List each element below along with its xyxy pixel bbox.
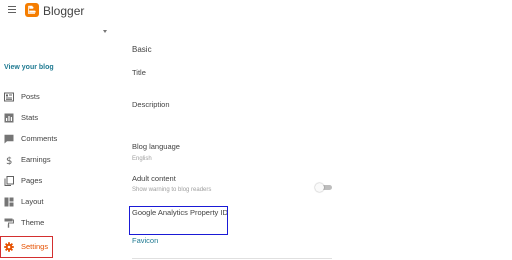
svg-text:$: $ [6,156,12,165]
sidebar-item-label: Pages [21,176,43,185]
sidebar-item-label: Comments [21,134,58,143]
description-setting[interactable]: Description [132,100,170,109]
sidebar-item-label: Layout [21,197,44,206]
layout-icon [4,197,14,207]
menu-icon[interactable] [8,6,16,13]
sidebar-item-layout[interactable]: Layout [4,195,104,209]
sidebar: View your blog Posts Stats Comments $ Ea… [0,22,112,260]
blogger-logo-icon[interactable] [25,3,39,17]
chevron-down-icon[interactable] [103,30,107,33]
settings-highlight-box [0,236,53,258]
sidebar-item-theme[interactable]: Theme [4,216,104,230]
view-blog-link[interactable]: View your blog [4,63,54,72]
posts-icon [4,92,14,102]
sidebar-item-label: Stats [21,113,39,122]
sidebar-item-comments[interactable]: Comments [4,132,104,146]
earnings-icon: $ [4,155,14,167]
sidebar-item-label: Earnings [21,155,51,164]
sidebar-item-stats[interactable]: Stats [4,111,104,125]
stats-icon [4,113,14,123]
pages-icon [4,176,14,186]
sidebar-item-earnings[interactable]: $ Earnings [4,153,104,167]
adult-content-setting[interactable]: Adult content [132,174,176,183]
title-setting[interactable]: Title [132,68,146,77]
toggle-thumb [315,183,324,192]
top-bar: Blogger [0,0,512,22]
blog-language-value: English [132,156,152,162]
sidebar-item-label: Posts [21,92,40,101]
sidebar-item-label: Theme [21,218,45,227]
adult-content-description: Show warning to blog readers [132,187,212,193]
theme-icon [4,218,14,228]
favicon-setting[interactable]: Favicon [132,236,158,245]
google-analytics-highlight-box [129,206,228,235]
divider [132,258,332,259]
settings-main: Basic Title Description Blog language En… [112,22,512,260]
sidebar-item-posts[interactable]: Posts [4,90,104,104]
blogger-settings-app: Blogger View your blog Posts Stats Comme… [0,0,512,260]
blog-language-setting[interactable]: Blog language [132,142,180,151]
app-name[interactable]: Blogger [43,4,84,18]
section-title-basic: Basic [132,45,152,54]
comments-icon [4,134,14,144]
adult-content-toggle[interactable] [315,183,333,192]
sidebar-item-pages[interactable]: Pages [4,174,104,188]
